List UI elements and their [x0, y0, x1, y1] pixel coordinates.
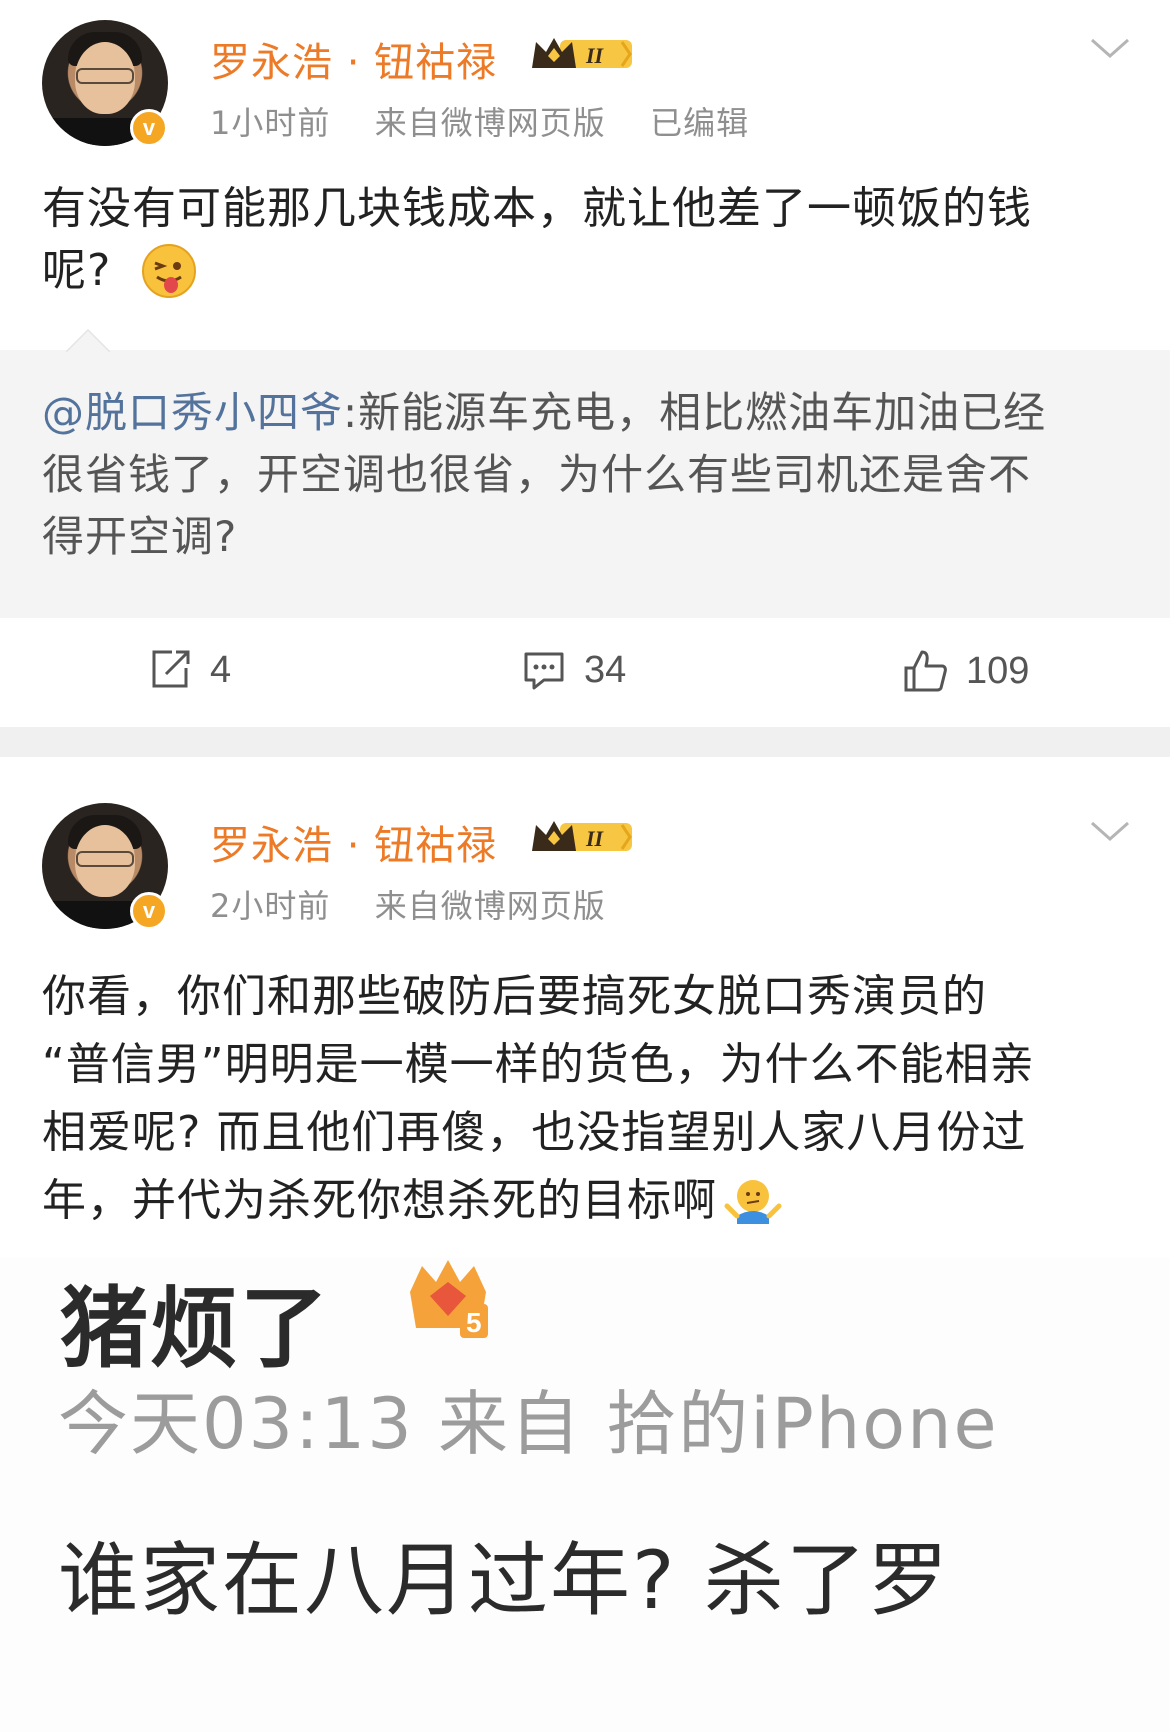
- post-time: 1小时前: [210, 104, 331, 142]
- repost-count: 4: [210, 648, 232, 691]
- shrug-emoji-icon: [724, 1180, 782, 1224]
- post-meta: 2小时前 来自微博网页版: [210, 881, 606, 927]
- username[interactable]: 罗永浩 · 钮祜禄: [210, 813, 497, 871]
- quote-pointer-icon: [66, 328, 110, 352]
- post-text-line: 呢?: [42, 240, 1132, 302]
- post-time: 2小时前: [210, 887, 331, 925]
- badge-level: II: [585, 43, 605, 68]
- post-card: v 罗永浩 · 钮祜禄 II 1小时前 来自微博网页版 已编辑 有没有可能那几块…: [0, 0, 1170, 727]
- username[interactable]: 罗永浩 · 钮祜禄: [210, 30, 497, 88]
- comment-count: 34: [584, 648, 627, 691]
- post-text-line: 有没有可能那几块钱成本，就让他差了一顿饭的钱: [42, 183, 1032, 234]
- like-button[interactable]: 109: [902, 648, 1029, 694]
- embedded-text: 谁家在八月过年? 杀了罗: [58, 1534, 950, 1627]
- membership-crown-icon[interactable]: II: [530, 34, 638, 74]
- embedded-image[interactable]: 猪烦了 5 今天03:13 来自 拾的iPhone 谁家在八月过年? 杀了罗: [0, 1258, 1170, 1732]
- avatar-glasses: [76, 851, 134, 867]
- repost-text-line-3: 得开空调?: [42, 512, 238, 561]
- repost-text: @脱口秀小四爷:新能源车充电，相比燃油车加油已经 很省钱了，开空调也很省，为什么…: [42, 382, 1142, 568]
- post-text-line: “普信男”明明是一模一样的货色，为什么不能相亲: [42, 1039, 1035, 1090]
- repost-block[interactable]: @脱口秀小四爷:新能源车充电，相比燃油车加油已经 很省钱了，开空调也很省，为什么…: [0, 328, 1170, 618]
- chevron-down-icon[interactable]: [1090, 36, 1130, 60]
- comment-icon: [524, 652, 564, 690]
- mention-link[interactable]: @脱口秀小四爷: [42, 388, 343, 437]
- post-text-line: 年，并代为杀死你想杀死的目标啊: [42, 1167, 1152, 1235]
- post-text-line: 相爱呢? 而且他们再傻，也没指望别人家八月份过: [42, 1107, 1027, 1158]
- vip-level: 5: [466, 1307, 482, 1338]
- post-separator: [0, 727, 1170, 757]
- thumbs-up-icon: [904, 650, 947, 692]
- embedded-meta: 今天03:13 来自 拾的iPhone: [58, 1383, 999, 1465]
- repost-icon: [152, 650, 190, 688]
- comment-button[interactable]: 34: [522, 648, 626, 692]
- like-count: 109: [966, 649, 1030, 692]
- post-text: 你看，你们和那些破防后要搞死女脱口秀演员的 “普信男”明明是一模一样的货色，为什…: [42, 963, 1152, 1235]
- embedded-username: 猪烦了: [60, 1277, 331, 1380]
- repost-text-line: @脱口秀小四爷:新能源车充电，相比燃油车加油已经: [42, 382, 1142, 444]
- post-source: 来自微博网页版: [374, 887, 606, 925]
- repost-text-line-2: 很省钱了，开空调也很省，为什么有些司机还是舍不: [42, 450, 1032, 499]
- badge-level: II: [585, 826, 605, 851]
- verified-icon: v: [130, 892, 168, 930]
- membership-crown-icon[interactable]: II: [530, 817, 638, 857]
- post-meta: 1小时前 来自微博网页版 已编辑: [210, 98, 749, 144]
- post-source: 来自微博网页版: [374, 104, 606, 142]
- action-bar: 4 34 109: [0, 618, 1170, 727]
- post-text-line-2: 呢?: [42, 245, 112, 296]
- repost-text-line-1: :新能源车充电，相比燃油车加油已经: [343, 388, 1047, 437]
- edited-label[interactable]: 已编辑: [650, 104, 749, 142]
- verified-icon: v: [130, 109, 168, 147]
- vip-crown-icon: 5: [410, 1260, 488, 1338]
- post-text: 有没有可能那几块钱成本，就让他差了一顿饭的钱 呢?: [42, 178, 1132, 302]
- avatar-glasses: [76, 68, 134, 84]
- tongue-out-emoji-icon: [142, 244, 197, 298]
- repost-button[interactable]: 4: [148, 648, 231, 692]
- post-text-line: 你看，你们和那些破防后要搞死女脱口秀演员的: [42, 971, 987, 1022]
- chevron-down-icon[interactable]: [1090, 819, 1130, 843]
- post-text-line-4: 年，并代为杀死你想杀死的目标啊: [42, 1175, 717, 1226]
